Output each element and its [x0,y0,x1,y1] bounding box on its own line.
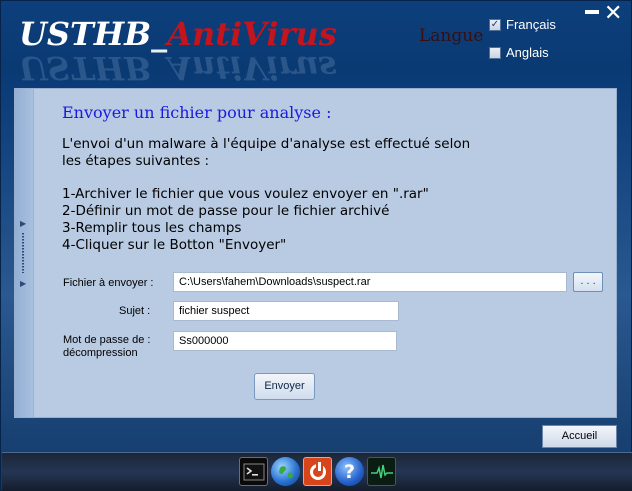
language-label: Langue [419,26,484,46]
subject-input[interactable]: fichier suspect [173,301,399,321]
intro-text-line1: L'envoi d'un malware à l'équipe d'analys… [62,136,471,152]
step-4: 4-Cliquer sur le Botton "Envoyer" [62,237,287,253]
minimize-icon[interactable] [585,10,599,14]
subject-label: Sujet : [119,305,151,317]
app-window: USTHB_AntiVirus USTHB_AntiVirus Langue ✓… [0,0,632,491]
help-icon[interactable]: ? [335,457,364,486]
password-input[interactable]: Ss000000 [173,331,397,351]
language-option-label: Anglais [506,45,549,60]
panel-side-handle[interactable]: ▶ ▶ [15,89,34,417]
pulse-monitor-icon[interactable] [367,457,396,486]
terminal-icon[interactable] [239,457,268,486]
logo-text-usthb: USTHB_ [19,15,168,53]
send-button[interactable]: Envoyer [254,373,315,400]
expand-arrow-icon[interactable]: ▶ [20,219,26,228]
logo-text-antivirus: AntiVirus [167,15,337,53]
file-label: Fichier à envoyer : [63,277,154,289]
language-option-francais[interactable]: ✓ Français [489,17,556,32]
browse-button[interactable]: . . . [573,272,603,292]
checkbox-anglais-unchecked-icon[interactable] [489,46,501,59]
send-file-panel: ▶ ▶ Envoyer un fichier pour analyse : L'… [14,88,617,418]
step-2: 2-Définir un mot de passe pour le fichie… [62,203,390,219]
language-option-label: Français [506,17,556,32]
power-symbol-icon [309,461,326,480]
intro-text-line2: les étapes suivantes : [62,153,210,169]
file-path-input[interactable]: C:\Users\fahem\Downloads\suspect.rar [173,272,567,292]
step-1: 1-Archiver le fichier que vous voulez en… [62,186,429,202]
taskbar: ? [2,452,632,491]
close-icon[interactable]: ✕ [604,3,622,25]
power-icon[interactable] [303,457,332,486]
question-mark-icon: ? [343,460,356,483]
grip-dots-icon [22,233,24,273]
checkbox-francais-checked-icon[interactable]: ✓ [489,18,501,31]
step-3: 3-Remplir tous les champs [62,220,242,236]
password-label: Mot de passe de : décompression [63,334,151,359]
language-option-anglais[interactable]: Anglais [489,45,549,60]
expand-arrow-icon[interactable]: ▶ [20,279,26,288]
globe-icon[interactable] [271,457,300,486]
logo-reflection: USTHB_AntiVirus [19,49,337,87]
home-button[interactable]: Accueil [542,425,617,448]
app-logo: USTHB_AntiVirus [19,15,337,53]
panel-title: Envoyer un fichier pour analyse : [62,103,332,122]
